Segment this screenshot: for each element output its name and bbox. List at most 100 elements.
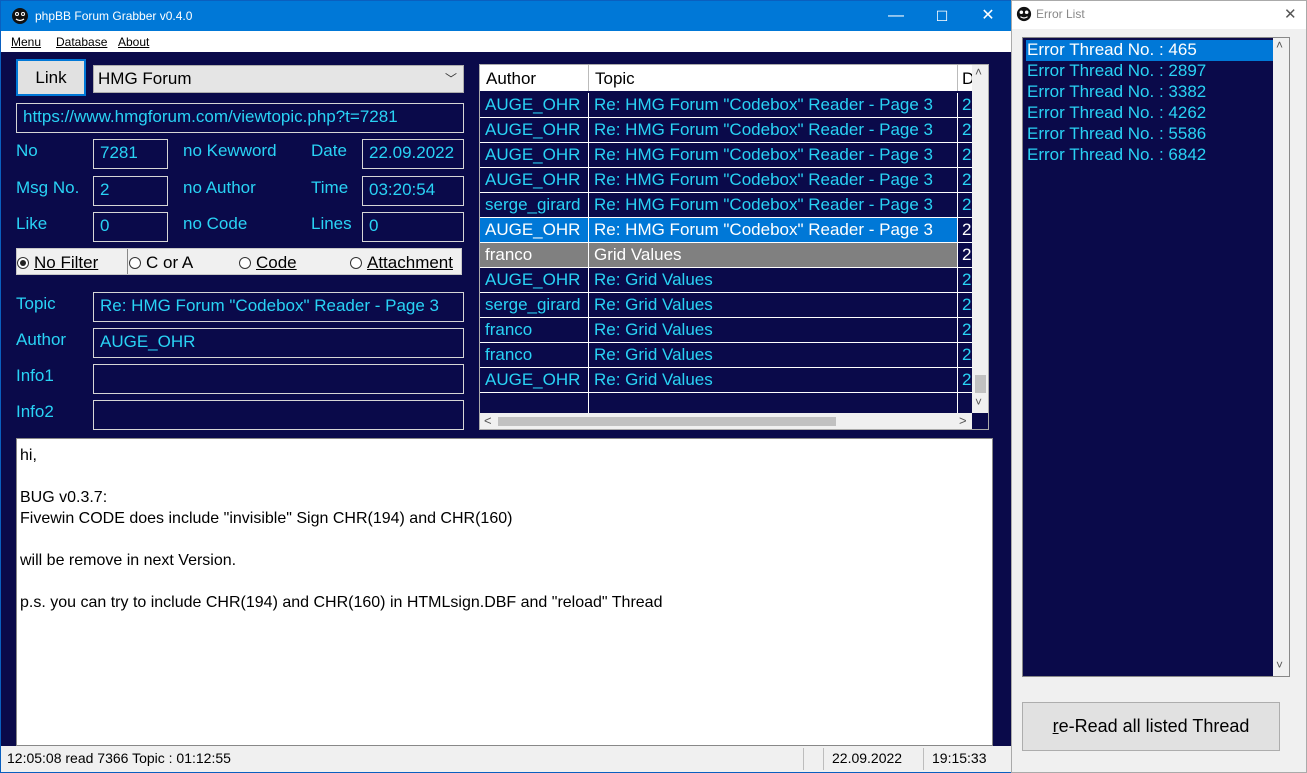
grid-column-line <box>588 118 589 143</box>
grid-cell-topic: Grid Values <box>594 245 682 264</box>
grid-column-line <box>957 318 958 343</box>
info1-field[interactable] <box>93 364 464 394</box>
grid-row[interactable]: franco Grid Values 2 <box>480 243 972 268</box>
scroll-down-icon[interactable]: ˅ <box>1276 658 1283 672</box>
title-bar[interactable]: phpBB Forum Grabber v0.4.0 — ☐ ✕ <box>1 1 1011 31</box>
grid-row[interactable]: AUGE_OHR Re: Grid Values 2 <box>480 368 972 393</box>
scroll-down-icon[interactable]: ˅ <box>975 395 982 409</box>
forum-select[interactable]: HMG Forum ﹀ <box>93 65 464 93</box>
author-label: Author <box>16 330 67 349</box>
grid-column-line <box>588 143 589 168</box>
info1-label: Info1 <box>16 366 54 385</box>
grid-column-line <box>588 168 589 193</box>
reread-threads-button[interactable]: re-Read all listed Thread <box>1022 702 1280 751</box>
radio-attachment[interactable]: Attachment <box>350 253 453 273</box>
radio-c-or-a[interactable]: C or A <box>129 253 193 273</box>
grid-cell-topic: Re: Grid Values <box>594 270 713 289</box>
grid-column-line <box>957 193 958 218</box>
no-code-label: no Code <box>183 214 248 233</box>
topic-field[interactable]: Re: HMG Forum "Codebox" Reader - Page 3 <box>93 292 464 322</box>
grid-column-line <box>957 118 958 143</box>
menu-item-database[interactable]: Database <box>56 35 107 49</box>
vertical-scroll-thumb[interactable] <box>975 375 986 393</box>
vertical-scrollbar[interactable]: ˄ ˅ <box>972 65 988 413</box>
error-list-scrollbar[interactable]: ˄ ˅ <box>1273 38 1289 676</box>
error-list-item[interactable]: Error Thread No. : 5586 <box>1026 124 1273 145</box>
radio-attachment-label: Attachment <box>367 253 453 272</box>
radio-no-filter[interactable]: No Filter <box>17 253 98 273</box>
message-line: BUG v0.3.7: <box>20 489 108 506</box>
time-field[interactable]: 03:20:54 <box>362 176 464 206</box>
filter-radio-group: No Filter C or A Code Attachment <box>16 248 462 275</box>
grid-row[interactable]: franco Re: Grid Values 2 <box>480 318 972 343</box>
grid-row[interactable]: AUGE_OHR Re: HMG Forum "Codebox" Reader -… <box>480 118 972 143</box>
grid-row[interactable]: AUGE_OHR Re: HMG Forum "Codebox" Reader -… <box>480 143 972 168</box>
grid-column-line <box>957 168 958 193</box>
menu-item-about[interactable]: About <box>118 35 149 49</box>
grid-column-line <box>957 143 958 168</box>
error-list-item[interactable]: Error Thread No. : 2897 <box>1026 61 1273 82</box>
error-title-bar[interactable]: Error List ✕ <box>1012 1 1306 29</box>
status-time: 19:15:33 <box>932 750 987 766</box>
error-list-item[interactable]: Error Thread No. : 6842 <box>1026 145 1273 166</box>
column-header-author[interactable]: Author <box>486 69 536 89</box>
grid-cell-topic: Re: HMG Forum "Codebox" Reader - Page 3 <box>594 170 933 189</box>
date-field[interactable]: 22.09.2022 <box>362 139 464 169</box>
scroll-up-icon[interactable]: ˄ <box>975 65 982 79</box>
error-list-item[interactable]: Error Thread No. : 465 <box>1026 40 1273 61</box>
grid-row[interactable]: serge_girard Re: HMG Forum "Codebox" Read… <box>480 193 972 218</box>
main-window: phpBB Forum Grabber v0.4.0 — ☐ ✕ Menu Da… <box>0 0 1012 773</box>
radio-code[interactable]: Code <box>239 253 297 273</box>
no-field[interactable]: 7281 <box>93 139 168 169</box>
status-bar: 12:05:08 read 7366 Topic : 01:12:55 22.0… <box>1 746 1011 772</box>
grid-row[interactable]: franco Re: Grid Values 2 <box>480 343 972 368</box>
maximize-button[interactable]: ☐ <box>919 1 965 31</box>
scroll-left-icon[interactable]: < <box>484 413 492 428</box>
grid-cell-topic: Re: Grid Values <box>594 320 713 339</box>
close-button[interactable]: ✕ <box>965 1 1011 31</box>
horizontal-scrollbar[interactable]: < > <box>480 413 972 429</box>
grid-column-line <box>957 393 958 413</box>
message-line: p.s. you can try to include CHR(194) and… <box>20 594 663 611</box>
close-icon[interactable]: ✕ <box>1284 5 1297 23</box>
grid-row[interactable]: AUGE_OHR Re: HMG Forum "Codebox" Reader -… <box>480 218 972 243</box>
lines-field[interactable]: 0 <box>362 212 464 242</box>
grid-column-line <box>957 293 958 318</box>
message-text-area[interactable]: hi, BUG v0.3.7: Fivewin CODE does include … <box>16 438 993 746</box>
message-line <box>20 571 989 592</box>
url-field[interactable]: https://www.hmgforum.com/viewtopic.php?t… <box>16 103 464 133</box>
horizontal-scroll-thumb[interactable] <box>498 417 836 426</box>
error-list[interactable]: Error Thread No. : 465 Error Thread No. :… <box>1022 37 1290 677</box>
grid-cell-author: franco <box>485 345 533 364</box>
topics-grid[interactable]: Author Topic D AUGE_OHR Re: HMG Forum "Co… <box>479 64 989 430</box>
grid-row[interactable]: AUGE_OHR Re: Grid Values 2 <box>480 268 972 293</box>
menu-item-menu[interactable]: Menu <box>11 35 41 49</box>
forum-select-value: HMG Forum <box>98 69 192 88</box>
column-header-topic[interactable]: Topic <box>595 69 635 89</box>
grid-cell-topic: Re: HMG Forum "Codebox" Reader - Page 3 <box>594 120 933 139</box>
info2-field[interactable] <box>93 400 464 430</box>
no-keyword-label: no Kewword <box>183 141 277 160</box>
grid-cell-author: AUGE_OHR <box>485 220 581 239</box>
grid-row[interactable]: serge_girard Re: Grid Values 2 <box>480 293 972 318</box>
error-list-item[interactable]: Error Thread No. : 3382 <box>1026 82 1273 103</box>
grid-column-line <box>957 368 958 393</box>
grid-column-line <box>588 93 589 118</box>
grid-column-line <box>957 343 958 368</box>
menu-bar: Menu Database About <box>1 31 1011 52</box>
grid-cell-topic: Re: HMG Forum "Codebox" Reader - Page 3 <box>594 95 933 114</box>
link-button[interactable]: Link <box>16 59 86 96</box>
like-field[interactable]: 0 <box>93 212 168 242</box>
minimize-button[interactable]: — <box>873 1 919 31</box>
grid-row[interactable]: AUGE_OHR Re: HMG Forum "Codebox" Reader -… <box>480 93 972 118</box>
grid-row[interactable]: AUGE_OHR Re: HMG Forum "Codebox" Reader -… <box>480 168 972 193</box>
scroll-right-icon[interactable]: > <box>959 413 967 428</box>
grid-column-line <box>588 393 589 413</box>
window-title: phpBB Forum Grabber v0.4.0 <box>35 9 193 23</box>
msg-no-field[interactable]: 2 <box>93 176 168 206</box>
grid-cell-author: serge_girard <box>485 195 581 214</box>
error-list-item[interactable]: Error Thread No. : 4262 <box>1026 103 1273 124</box>
radio-unchecked-icon <box>129 257 141 269</box>
author-field[interactable]: AUGE_OHR <box>93 328 464 358</box>
scroll-up-icon[interactable]: ˄ <box>1276 38 1283 52</box>
